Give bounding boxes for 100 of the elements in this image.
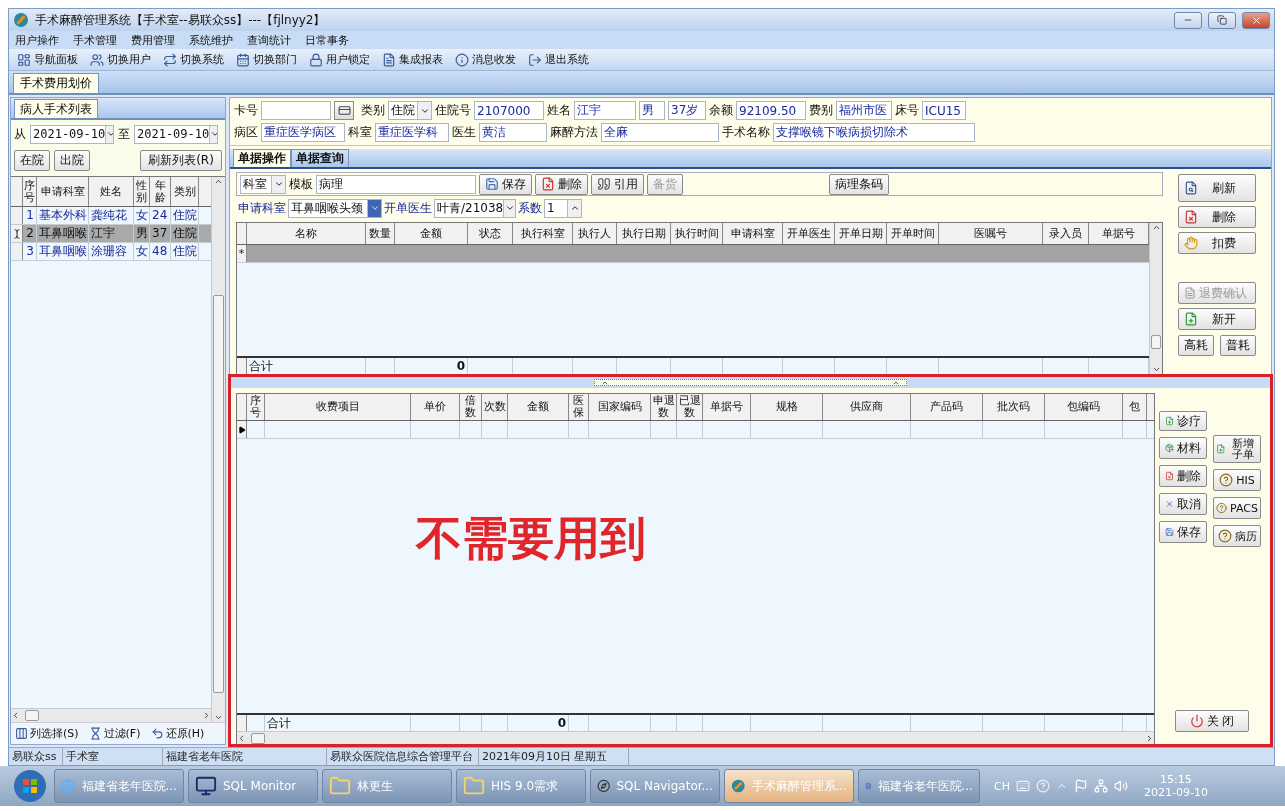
document-tab[interactable]: 手术费用划价 bbox=[13, 73, 99, 93]
text-field[interactable]: 男 bbox=[639, 101, 665, 120]
side-button[interactable]: HIS bbox=[1213, 469, 1261, 491]
side-button[interactable]: 刷新 bbox=[1178, 174, 1256, 202]
text-field[interactable]: 重症医学科 bbox=[375, 123, 449, 142]
column-header[interactable]: 数量 bbox=[366, 223, 395, 244]
column-header[interactable]: 国家编码 bbox=[589, 394, 651, 420]
template-field[interactable]: 病理 bbox=[316, 174, 476, 194]
text-field[interactable]: 黄洁 bbox=[479, 123, 547, 142]
menu-item[interactable]: 用户操作 bbox=[15, 32, 59, 48]
column-header[interactable]: 包 bbox=[1123, 394, 1147, 420]
side-button[interactable]: 普耗 bbox=[1220, 334, 1256, 356]
column-header[interactable]: 包编码 bbox=[1045, 394, 1123, 420]
column-header[interactable]: 单据号 bbox=[703, 394, 751, 420]
side-button[interactable]: 诊疗 bbox=[1159, 411, 1207, 431]
side-button[interactable]: 材料 bbox=[1159, 437, 1207, 459]
toolbar-button[interactable]: 导航面板 bbox=[15, 52, 80, 67]
column-header[interactable]: 状态 bbox=[468, 223, 513, 244]
column-header[interactable]: 执行时间 bbox=[671, 223, 723, 244]
tab[interactable]: 单据查询 bbox=[291, 149, 349, 167]
refresh-list-button[interactable]: 刷新列表(R) bbox=[140, 149, 222, 171]
column-header[interactable]: 已退数 bbox=[677, 394, 703, 420]
side-button[interactable]: 删除 bbox=[1159, 465, 1207, 487]
toolbar-button[interactable]: 删除 bbox=[535, 173, 588, 195]
toolbar-button[interactable]: 退出系统 bbox=[526, 52, 591, 67]
menu-item[interactable]: 系统维护 bbox=[189, 32, 233, 48]
text-field[interactable]: ICU15 bbox=[922, 101, 966, 120]
column-header[interactable]: 规格 bbox=[751, 394, 823, 420]
list-action[interactable]: 过滤(F) bbox=[88, 726, 141, 741]
column-header[interactable]: 录入员 bbox=[1043, 223, 1089, 244]
column-header[interactable]: 执行人 bbox=[573, 223, 617, 244]
list-action[interactable]: 还原(H) bbox=[150, 726, 205, 741]
dropdown[interactable]: 叶青/21038 bbox=[434, 198, 516, 218]
menu-item[interactable]: 查询统计 bbox=[247, 32, 291, 48]
column-header[interactable]: 性别 bbox=[134, 177, 150, 206]
side-button[interactable]: 取消 bbox=[1159, 493, 1207, 515]
text-field[interactable]: 重症医学病区 bbox=[261, 123, 345, 142]
column-header[interactable]: 执行日期 bbox=[617, 223, 671, 244]
close-panel-button[interactable]: 关 闭 bbox=[1175, 710, 1249, 732]
menu-item[interactable]: 日常事务 bbox=[305, 32, 349, 48]
toolbar-button[interactable]: 切换系统 bbox=[161, 52, 226, 67]
column-header[interactable]: 姓名 bbox=[89, 177, 134, 206]
column-header[interactable]: 申请科室 bbox=[723, 223, 783, 244]
side-button[interactable]: 新增子单 bbox=[1213, 435, 1261, 463]
column-header[interactable]: 类别 bbox=[171, 177, 199, 206]
column-header[interactable]: 收费项目 bbox=[265, 394, 411, 420]
column-header[interactable]: 医嘱号 bbox=[939, 223, 1043, 244]
panel-tab[interactable]: 病人手术列表 bbox=[14, 99, 98, 118]
date-dropdown[interactable]: 2021-09-10 bbox=[134, 124, 218, 144]
toolbar-button[interactable]: 保存 bbox=[479, 173, 532, 195]
side-button[interactable]: 新开 bbox=[1178, 308, 1256, 330]
column-header[interactable]: 申请科室 bbox=[37, 177, 89, 206]
side-button[interactable]: 扣费 bbox=[1178, 232, 1256, 254]
column-header[interactable]: 开单日期 bbox=[835, 223, 887, 244]
filter-button[interactable]: 出院 bbox=[54, 149, 90, 171]
column-header[interactable]: 供应商 bbox=[823, 394, 911, 420]
dropdown[interactable]: 科室 bbox=[240, 174, 286, 194]
column-header[interactable]: 序号 bbox=[23, 177, 37, 206]
new-row[interactable]: * bbox=[237, 245, 1149, 263]
side-button[interactable]: 保存 bbox=[1159, 521, 1207, 543]
column-header[interactable]: 年龄 bbox=[150, 177, 171, 206]
date-dropdown[interactable]: 2021-09-10 bbox=[30, 124, 114, 144]
column-header[interactable]: 次数 bbox=[482, 394, 508, 420]
column-header[interactable]: 单价 bbox=[411, 394, 460, 420]
toolbar-button[interactable]: 引用 bbox=[591, 173, 644, 195]
column-header[interactable]: 序号 bbox=[247, 394, 265, 420]
text-field[interactable]: 37岁 bbox=[668, 101, 706, 120]
column-header[interactable]: 开单时间 bbox=[887, 223, 939, 244]
table-row[interactable]: 3 耳鼻咽喉 涂珊容 女 48 住院 bbox=[11, 243, 211, 261]
side-button[interactable]: 高耗 bbox=[1178, 334, 1214, 356]
dropdown[interactable]: 住院 bbox=[388, 101, 432, 120]
column-header[interactable]: 申退数 bbox=[651, 394, 677, 420]
text-field[interactable]: 2107000 bbox=[474, 101, 544, 120]
menu-item[interactable]: 手术管理 bbox=[73, 32, 117, 48]
text-field[interactable]: 92109.50 bbox=[736, 101, 806, 120]
tab[interactable]: 单据操作 bbox=[233, 149, 291, 167]
toolbar-button[interactable]: 用户锁定 bbox=[307, 52, 372, 67]
filter-button[interactable]: 在院 bbox=[14, 149, 50, 171]
text-field[interactable]: 全麻 bbox=[601, 123, 719, 142]
column-header[interactable]: 产品码 bbox=[911, 394, 983, 420]
side-button[interactable]: 病历 bbox=[1213, 525, 1261, 547]
column-header[interactable]: 执行科室 bbox=[513, 223, 573, 244]
column-header[interactable]: 金额 bbox=[395, 223, 468, 244]
dropdown[interactable]: 耳鼻咽喉头颈 bbox=[288, 198, 382, 218]
toolbar-button[interactable]: 切换用户 bbox=[88, 52, 153, 67]
column-header[interactable]: 名称 bbox=[247, 223, 366, 244]
side-button[interactable]: 删除 bbox=[1178, 206, 1256, 228]
menu-item[interactable]: 费用管理 bbox=[131, 32, 175, 48]
table-row[interactable]: 2 耳鼻咽喉 江宇 男 37 住院 bbox=[11, 225, 211, 243]
number-spinner[interactable]: 1 bbox=[544, 198, 582, 218]
text-field[interactable]: 江宇 bbox=[574, 101, 636, 120]
column-header[interactable]: 金额 bbox=[508, 394, 569, 420]
column-header[interactable]: 开单医生 bbox=[783, 223, 835, 244]
toolbar-button[interactable]: 消息收发 bbox=[453, 52, 518, 67]
side-button[interactable]: PACS bbox=[1213, 497, 1261, 519]
toolbar-button[interactable]: 切换部门 bbox=[234, 52, 299, 67]
list-action[interactable]: 列选择(S) bbox=[15, 726, 79, 741]
text-field[interactable]: 支撑喉镜下喉病损切除术 bbox=[773, 123, 975, 142]
column-header[interactable]: 医保 bbox=[569, 394, 589, 420]
toolbar-button[interactable]: 集成报表 bbox=[380, 52, 445, 67]
